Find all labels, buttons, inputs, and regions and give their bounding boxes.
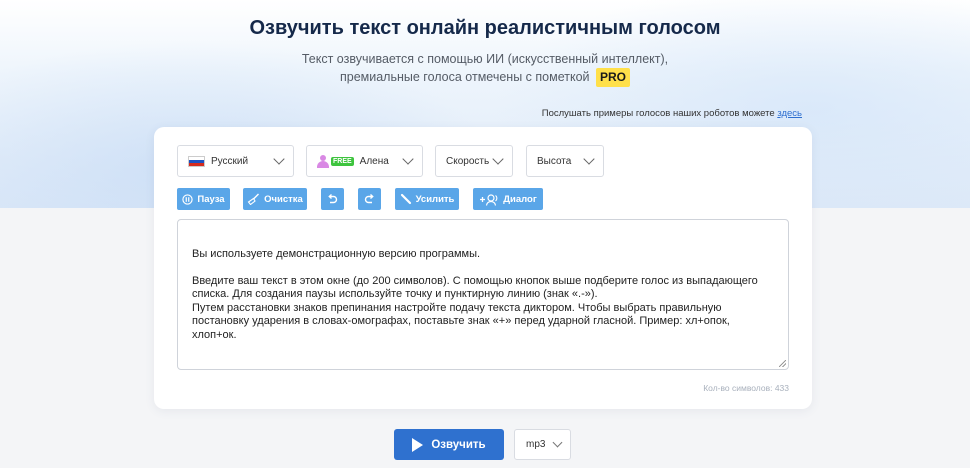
text-input-area[interactable]: Вы используете демонстрационную версию п…	[177, 219, 789, 370]
pause-button[interactable]: Пауза	[177, 188, 230, 210]
subtitle-line-1: Текст озвучивается с помощью ИИ (искусст…	[301, 52, 669, 66]
voice-value: Алена	[359, 155, 389, 167]
subtitle-line-2: премиальные голоса отмечены с пометкой P…	[0, 68, 970, 87]
language-value: Русский	[211, 155, 249, 167]
pro-badge: PRO	[596, 68, 631, 87]
audio-format-select[interactable]: mp3	[514, 429, 571, 460]
char-counter: Кол-во символов: 433	[703, 383, 789, 393]
emphasis-button[interactable]: Усилить	[395, 188, 459, 210]
voice-samples-hint: Послушать примеры голосов наших роботов …	[542, 108, 802, 119]
dialog-button[interactable]: Диалог	[473, 188, 543, 210]
speed-value: Скорость	[446, 155, 490, 167]
text-input-content: Вы используете демонстрационную версию п…	[192, 247, 758, 341]
subtitle-line-2-text: премиальные голоса отмечены с пометкой	[339, 70, 590, 84]
emphasis-label: Усилить	[415, 193, 455, 205]
undo-button[interactable]	[321, 188, 344, 210]
page-subtitle: Текст озвучивается с помощью ИИ (искусст…	[0, 51, 970, 87]
broom-icon	[247, 193, 260, 205]
clear-button[interactable]: Очистка	[243, 188, 307, 210]
chevron-down-icon	[583, 153, 595, 165]
clear-label: Очистка	[264, 193, 303, 205]
undo-icon	[328, 193, 338, 204]
language-select[interactable]: Русский	[177, 145, 294, 177]
stress-mark-icon	[400, 193, 411, 205]
pitch-value: Высота	[537, 155, 572, 167]
play-icon	[412, 437, 424, 452]
tts-editor-card: Русский FREE Алена Скорость Высота Пауза…	[154, 127, 812, 409]
speed-select[interactable]: Скорость	[435, 145, 513, 177]
speak-button[interactable]: Озвучить	[394, 429, 504, 460]
page-title: Озвучить текст онлайн реалистичным голос…	[249, 17, 721, 39]
voice-samples-text: Послушать примеры голосов наших роботов …	[541, 108, 775, 119]
voice-samples-link[interactable]: здесь	[777, 108, 802, 119]
flag-ru-icon	[188, 155, 205, 167]
redo-button[interactable]	[358, 188, 381, 210]
chevron-down-icon	[492, 153, 504, 165]
chevron-down-icon	[402, 153, 414, 165]
dialog-icon	[480, 193, 498, 206]
chevron-down-icon	[273, 153, 285, 165]
resize-handle-icon[interactable]	[779, 360, 786, 367]
speak-label: Озвучить	[431, 438, 486, 451]
pause-icon	[182, 193, 194, 205]
redo-icon	[364, 193, 374, 204]
dialog-label: Диалог	[503, 193, 537, 205]
audio-format-value: mp3	[526, 439, 546, 450]
pitch-select[interactable]: Высота	[526, 145, 604, 177]
free-badge: FREE	[331, 156, 354, 166]
chevron-down-icon	[552, 437, 563, 448]
voice-select[interactable]: FREE Алена	[306, 145, 423, 177]
female-avatar-icon	[317, 154, 329, 168]
pause-label: Пауза	[197, 193, 225, 205]
